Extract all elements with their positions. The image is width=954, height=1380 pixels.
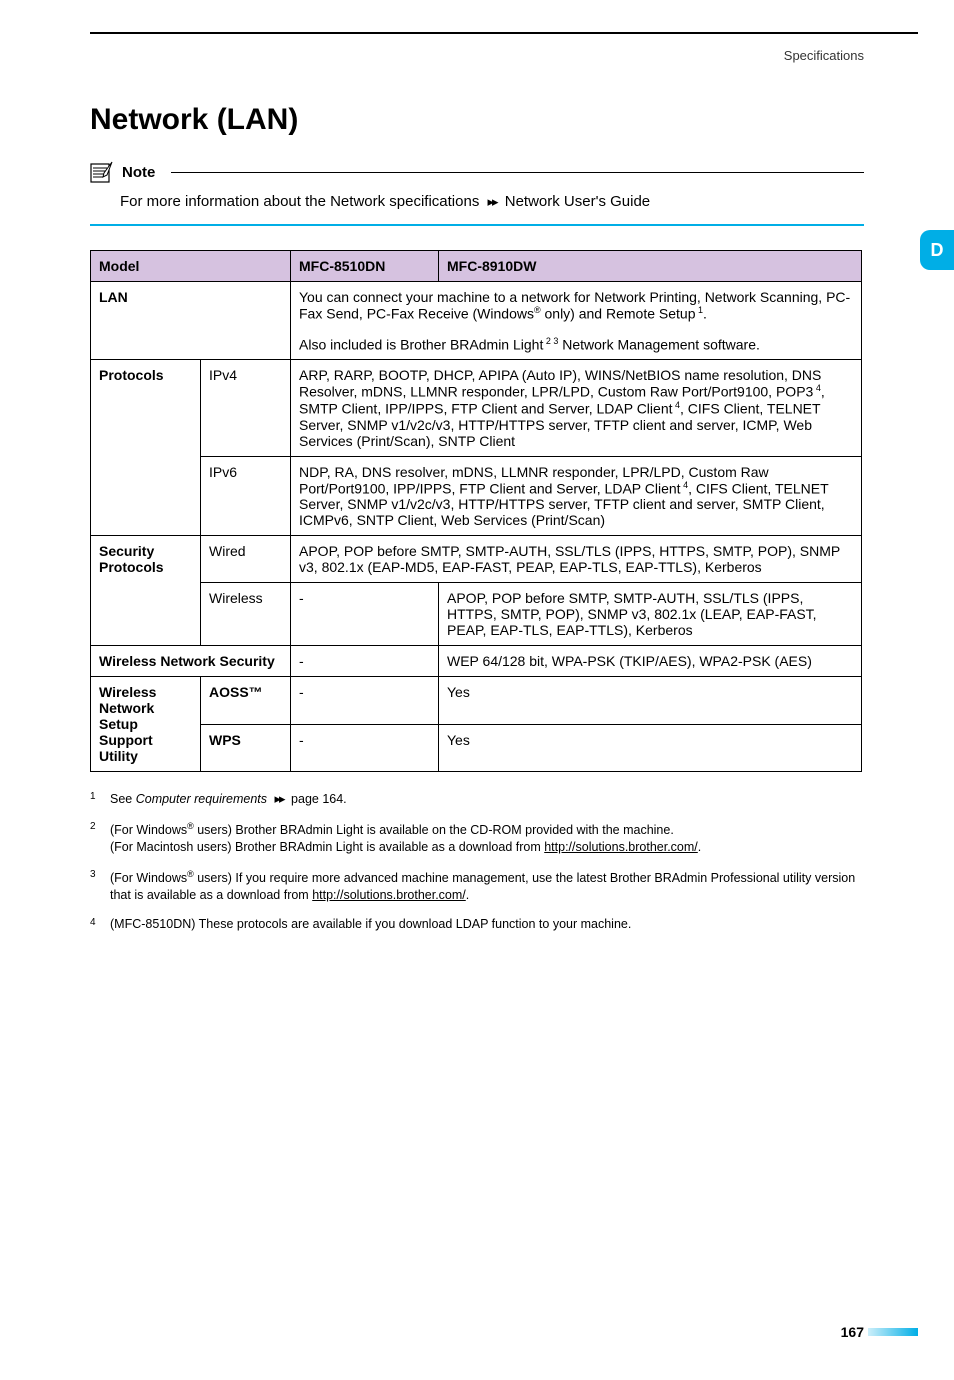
wps-c2: Yes <box>439 724 862 772</box>
row-sec-wired: Security Protocols Wired APOP, POP befor… <box>91 536 862 583</box>
fn2-link[interactable]: http://solutions.brother.com/ <box>544 840 698 854</box>
page-number: 167 <box>841 1324 864 1340</box>
wireless-label: Wireless <box>201 583 291 646</box>
wps-c1: - <box>291 724 439 772</box>
note-block: Note For more information about the Netw… <box>90 161 864 210</box>
ipv4-a: ARP, RARP, BOOTP, DHCP, APIPA (Auto IP),… <box>299 367 821 400</box>
fn2-l1a: (For Windows <box>110 823 187 837</box>
row-aoss: Wireless Network Setup Support Utility A… <box>91 677 862 725</box>
page-title: Network (LAN) <box>90 103 954 137</box>
head-c1: MFC-8510DN <box>291 251 439 282</box>
wns-label: Wireless Network Security <box>91 646 291 677</box>
fn4-text: (MFC-8510DN) These protocols are availab… <box>110 916 631 933</box>
fn2-l1b: users) Brother BRAdmin Light is availabl… <box>194 823 674 837</box>
fn1-num: 1 <box>90 790 100 808</box>
page-number-bar <box>868 1328 918 1336</box>
fn3-b: users) If you require more advanced mach… <box>110 871 855 902</box>
note-label: Note <box>122 164 155 181</box>
ipv4-text: ARP, RARP, BOOTP, DHCP, APIPA (Auto IP),… <box>291 360 862 456</box>
row-ipv6: IPv6 NDP, RA, DNS resolver, mDNS, LLMNR … <box>91 456 862 536</box>
fn1-b: page 164. <box>288 792 347 806</box>
aoss-c1: - <box>291 677 439 725</box>
row-wps: WPS - Yes <box>91 724 862 772</box>
note-icon <box>90 161 114 183</box>
note-text-b: Network User's Guide <box>501 193 651 210</box>
fn3-num: 3 <box>90 868 100 904</box>
fn4-num: 4 <box>90 916 100 933</box>
fn2-l2: (For Macintosh users) Brother BRAdmin Li… <box>110 840 544 854</box>
lan-text: You can connect your machine to a networ… <box>291 282 862 360</box>
wps-label: WPS <box>201 724 291 772</box>
row-wns: Wireless Network Security - WEP 64/128 b… <box>91 646 862 677</box>
footnote-1: 1 See Computer requirements page 164. <box>90 790 864 808</box>
fn2-num: 2 <box>90 820 100 856</box>
lan-line2b: Network Management software. <box>558 336 760 352</box>
fn3-period: . <box>466 888 469 902</box>
wired-label: Wired <box>201 536 291 583</box>
row-sec-wireless: Wireless - APOP, POP before SMTP, SMTP-A… <box>91 583 862 646</box>
fn3-a: (For Windows <box>110 871 187 885</box>
fn1-italic: Computer requirements <box>136 792 267 806</box>
row-ipv4: Protocols IPv4 ARP, RARP, BOOTP, DHCP, A… <box>91 360 862 456</box>
protocols-label: Protocols <box>91 360 201 536</box>
fn2-reg: ® <box>187 821 194 831</box>
sup-4b: 4 <box>673 400 681 410</box>
footnote-2: 2 (For Windows® users) Brother BRAdmin L… <box>90 820 864 856</box>
lan-line1b: only) and Remote Setup <box>541 306 696 322</box>
wireless-c2: APOP, POP before SMTP, SMTP-AUTH, SSL/TL… <box>439 583 862 646</box>
aoss-label: AOSS™ <box>201 677 291 725</box>
fn1-a: See <box>110 792 136 806</box>
arrow-icon <box>271 792 288 806</box>
reg-sup: ® <box>534 305 541 315</box>
footnote-3: 3 (For Windows® users) If you require mo… <box>90 868 864 904</box>
fn2-period: . <box>698 840 701 854</box>
header-label: Specifications <box>0 48 864 63</box>
side-tab: D <box>920 230 954 270</box>
arrow-icon <box>484 193 501 210</box>
head-c2: MFC-8910DW <box>439 251 862 282</box>
row-lan: LAN You can connect your machine to a ne… <box>91 282 862 360</box>
sup-4c: 4 <box>681 480 689 490</box>
note-rule <box>171 172 864 173</box>
wired-text: APOP, POP before SMTP, SMTP-AUTH, SSL/TL… <box>291 536 862 583</box>
wsup-label: Wireless Network Setup Support Utility <box>91 677 201 772</box>
ipv6-label: IPv6 <box>201 456 291 536</box>
ipv4-label: IPv4 <box>201 360 291 456</box>
fn3-link[interactable]: http://solutions.brother.com/ <box>312 888 466 902</box>
security-label: Security Protocols <box>91 536 201 646</box>
wns-c2: WEP 64/128 bit, WPA-PSK (TKIP/AES), WPA2… <box>439 646 862 677</box>
sup-23: 2 3 <box>543 336 558 346</box>
lan-period: . <box>703 306 707 322</box>
top-rule <box>90 32 918 34</box>
sup-1: 1 <box>695 305 703 315</box>
aoss-c2: Yes <box>439 677 862 725</box>
note-text: For more information about the Network s… <box>120 193 864 210</box>
note-bottom-rule <box>90 224 864 226</box>
footnotes: 1 See Computer requirements page 164. 2 … <box>90 790 864 933</box>
footnote-4: 4 (MFC-8510DN) These protocols are avail… <box>90 916 864 933</box>
wireless-c1: - <box>291 583 439 646</box>
fn3-reg: ® <box>187 869 194 879</box>
spec-table: Model MFC-8510DN MFC-8910DW LAN You can … <box>90 250 862 772</box>
wns-c1: - <box>291 646 439 677</box>
note-text-a: For more information about the Network s… <box>120 193 484 210</box>
head-model: Model <box>91 251 291 282</box>
sup-4a: 4 <box>813 383 821 393</box>
lan-line2a: Also included is Brother BRAdmin Light <box>299 336 543 352</box>
ipv6-text: NDP, RA, DNS resolver, mDNS, LLMNR respo… <box>291 456 862 536</box>
lan-label: LAN <box>91 282 291 360</box>
table-head-row: Model MFC-8510DN MFC-8910DW <box>91 251 862 282</box>
